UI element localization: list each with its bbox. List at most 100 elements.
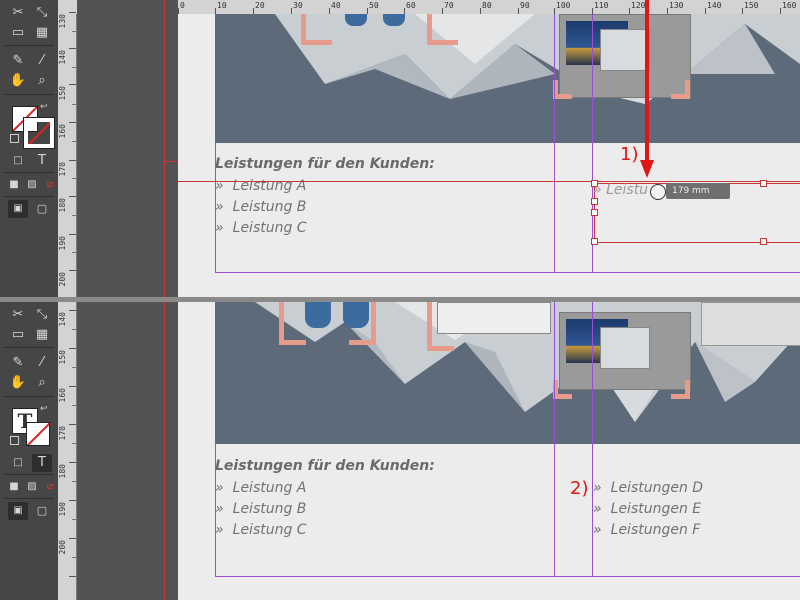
apply-color-icon[interactable]: ■ [4,176,24,194]
fill-stroke-swatch[interactable]: ↩ [10,102,55,149]
bullet: » [593,501,602,517]
column-guide [592,302,593,577]
formatting-container-icon[interactable]: □ [8,454,28,472]
text-stroke-swatch[interactable] [26,422,50,446]
apply-gradient-icon[interactable]: ▨ [22,478,42,496]
gradient-feather-icon[interactable]: ▦ [32,24,52,42]
ruler-label: 30 [293,1,303,10]
list-item-text: Leistung B [232,501,307,517]
ruler-label: 60 [406,1,416,10]
bracket-decoration [553,80,572,99]
hand-icon[interactable]: ✋ [8,72,28,90]
default-colors-icon[interactable] [10,134,19,143]
horizontal-ruler: 20 10 0 10 20 30 40 50 60 70 80 90 100 1… [76,0,800,15]
rectangle-icon[interactable]: ▭ [8,326,28,344]
ruler-label: 180 [58,198,67,213]
frame-handle[interactable] [760,180,767,187]
ruler-label: 130 [58,14,67,29]
rectangle-icon[interactable]: ▭ [8,24,28,42]
swap-icon[interactable]: ↩ [40,102,48,112]
swap-icon[interactable]: ↩ [40,404,48,414]
column-guide [592,14,593,273]
bullet: » [215,501,224,517]
list-item: » Leistungen F [593,522,700,538]
step-callout: 2) [570,478,589,499]
ruler-label: 150 [58,350,67,365]
ruler-label: 140 [58,312,67,327]
document-mockup [600,327,650,369]
screenshot-frame [559,312,691,390]
frame-handle[interactable] [591,209,598,216]
services-heading: Leistungen für den Kunden: [215,458,435,474]
device-mockup [437,302,551,334]
frame-handle[interactable] [591,238,598,245]
ruler-guide [178,181,800,182]
bracket-decoration [553,380,572,399]
margin-guide [215,444,216,577]
apply-color-icon[interactable]: ■ [4,478,24,496]
eyedropper-icon[interactable]: ⁄ [32,52,52,70]
ruler-label: 10 [217,1,227,10]
frame-handle[interactable] [760,238,767,245]
zoom-icon[interactable]: ⌕ [32,72,52,90]
formatting-container-icon[interactable]: □ [8,152,28,170]
document-page: Leistungen für den Kunden: » Leistung A »… [178,302,800,600]
overflow-text: » Leistu [593,182,649,198]
margin-guide [215,143,216,273]
column-guide [554,14,555,273]
bullet: » [215,199,224,215]
apply-none-icon[interactable]: ⧄ [40,176,60,194]
note-icon[interactable]: ✎ [8,52,28,70]
badge-logo [383,14,405,26]
screen-mode-icon[interactable]: ▢ [32,200,52,218]
ruler-label: 80 [482,1,492,10]
hero-image [215,14,800,143]
ruler-label: 40 [331,1,341,10]
default-colors-icon[interactable] [10,436,19,445]
bullet: » [215,480,224,496]
free-transform-icon[interactable]: ⤡ [32,4,52,22]
apply-gradient-icon[interactable]: ▨ [22,176,42,194]
normal-view-icon[interactable]: ▣ [8,502,28,520]
stroke-swatch[interactable] [23,117,55,149]
text-fill-stroke-swatch[interactable]: T ↩ [10,404,50,448]
badge-logo [345,14,367,26]
ruler-label: 160 [782,1,797,10]
screen-mode-icon[interactable]: ▢ [32,502,52,520]
screenshot-thumbnail [701,302,800,346]
eyedropper-icon[interactable]: ⁄ [32,354,52,372]
gradient-feather-icon[interactable]: ▦ [32,326,52,344]
scissors-icon[interactable]: ✂ [8,306,28,324]
free-transform-icon[interactable]: ⤡ [32,306,52,324]
formatting-text-icon[interactable]: T [32,454,52,472]
note-icon[interactable]: ✎ [8,354,28,372]
bullet: » [215,522,224,538]
bullet: » [215,220,224,236]
apply-none-icon[interactable]: ⧄ [40,478,60,496]
ruler-label: 170 [58,162,67,177]
document-page: Leistungen für den Kunden: » Leistung A »… [178,0,800,297]
ruler-label: 150 [58,86,67,101]
scissors-icon[interactable]: ✂ [8,4,28,22]
formatting-text-icon[interactable]: T [32,152,52,170]
normal-view-icon[interactable]: ▣ [8,200,28,218]
ruler-label: 110 [594,1,609,10]
ruler-label: 200 [58,272,67,287]
zoom-icon[interactable]: ⌕ [32,374,52,392]
ruler-label: 90 [520,1,530,10]
list-item-text: Leistungen D [610,480,704,496]
ruler-label: 190 [58,236,67,251]
margin-guide [215,576,800,577]
tools-panel: ✂ ⤡ ▭ ▦ ✎ ⁄ ✋ ⌕ ↩ □ T ■ ▨ ⧄ ▣ ▢ [0,0,59,297]
in-port-icon[interactable] [591,198,598,205]
margin-guide [215,272,800,273]
ruler-label: 200 [58,540,67,555]
ruler-label: 100 [556,1,571,10]
ruler-label: 140 [58,50,67,65]
list-item: » Leistungen E [593,501,701,517]
list-item-text: Leistung C [232,220,307,236]
bracket-decoration [279,302,306,345]
hand-icon[interactable]: ✋ [8,374,28,392]
tools-panel: ✂ ⤡ ▭ ▦ ✎ ⁄ ✋ ⌕ T ↩ □ T ■ ▨ ⧄ ▣ ▢ [0,302,59,600]
ruler-label: 160 [58,124,67,139]
